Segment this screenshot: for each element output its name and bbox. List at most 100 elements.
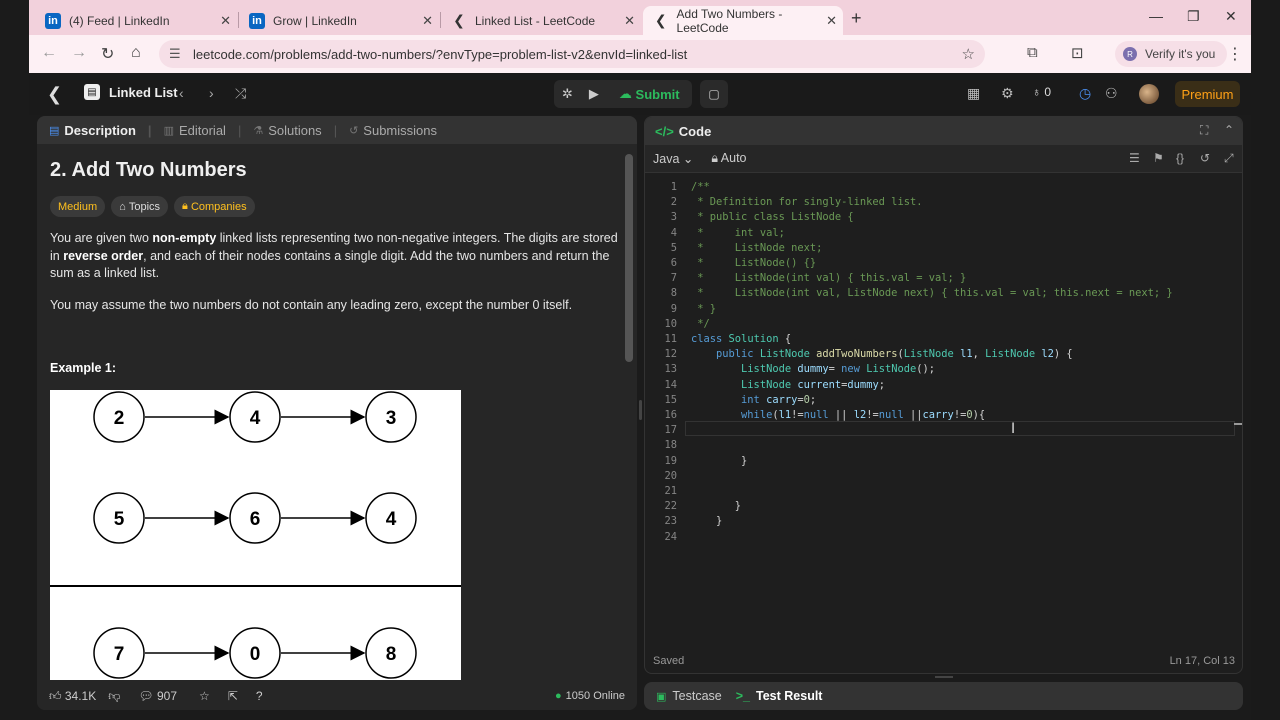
tab-title: (4) Feed | LinkedIn [69,13,170,28]
close-tab-icon[interactable]: ✕ [826,13,837,29]
tab-solutions[interactable]: ⚗ Solutions | [253,123,337,138]
bookmark-star-icon[interactable]: ☆ [962,45,975,63]
debug-icon[interactable]: ✲ [554,80,581,108]
run-button[interactable]: ▶ [581,80,607,108]
close-tab-icon[interactable]: ✕ [220,13,231,29]
format-icon[interactable]: ☰ [1129,151,1140,165]
problem-list-button[interactable]: ▤ Linked List [84,84,178,100]
node-value: 2 [114,408,125,429]
layout-icon[interactable]: ▦ [967,85,980,102]
line-number: 2 [670,196,677,209]
restore-icon[interactable]: ❐ [1187,8,1200,25]
topics-chip[interactable]: ⌂ Topics [111,196,169,217]
description-tabs: ▤ Description | ▥ Editorial | ⚗ Solutions | ↺ S… [37,116,637,144]
code-tab[interactable]: </> Code [655,124,711,139]
line-number: 1 [670,181,677,193]
forward-icon[interactable]: → [71,44,87,62]
collapse-icon[interactable]: ⌃ [1224,123,1234,137]
panel-resize-handle[interactable] [639,400,642,420]
submit-button[interactable]: ☁ Submit [607,80,692,108]
browser-tab-linkedin-feed[interactable]: in (4) Feed | LinkedIn ✕ [35,6,237,35]
line-number: 10 [664,317,677,330]
tab-search-icon[interactable]: ⊡ [1071,44,1084,62]
dislike-button[interactable]: 👎︎ [108,689,120,704]
tab-testcase[interactable]: ▣ Testcase [656,689,722,703]
cursor-position: Ln 17, Col 13 [1169,655,1235,667]
auto-mode-toggle[interactable]: 🔒︎ Auto [711,151,746,166]
reset-icon[interactable]: ↺ [1200,151,1210,165]
tab-label: Solutions [268,122,322,138]
online-label: 1050 Online [565,690,625,702]
settings-gear-icon[interactable]: ⚙ [1001,85,1014,102]
reload-icon[interactable]: ↻ [101,44,114,64]
verify-label: Verify it's you [1145,47,1216,61]
browser-tab-linked-list[interactable]: ❮ Linked List - LeetCode ✕ [441,6,641,35]
minimize-icon[interactable]: — [1149,8,1163,24]
tab-submissions[interactable]: ↺ Submissions [349,123,437,138]
notes-button[interactable]: ▢ [700,80,728,108]
shuffle-icon[interactable]: ⤮ [235,85,246,102]
code-line: } [691,454,748,467]
code-line: * ListNode() {} [691,257,817,269]
site-settings-icon[interactable]: ☰ [169,46,181,62]
browser-tab-linkedin-grow[interactable]: in Grow | LinkedIn ✕ [239,6,439,35]
node-value: 4 [250,408,261,429]
tab-test-result[interactable]: >_ Test Result [736,689,823,703]
line-number: 17 [664,424,677,437]
browser-tab-add-two-numbers[interactable]: ❮ Add Two Numbers - LeetCode ✕ [643,6,843,35]
node-value: 6 [250,509,261,530]
code-line: } [691,500,742,513]
companies-chip[interactable]: 🔒︎ Companies [174,196,255,217]
next-problem-icon[interactable]: › [209,85,214,101]
tab-editorial[interactable]: ▥ Editorial | [164,123,242,138]
code-panel-header: </> Code ⛶ ⌃ [645,117,1242,145]
code-icon: </> [655,123,674,139]
home-icon[interactable]: ⌂ [131,44,141,62]
user-avatar[interactable] [1139,84,1159,104]
screen: in (4) Feed | LinkedIn ✕ in Grow | Linke… [0,0,1280,720]
timer-icon[interactable]: ◷ [1079,85,1091,102]
line-number: 3 [670,211,677,224]
code-editor[interactable]: I 1 /** 2 * Definition for singly-linked l… [645,175,1242,645]
bookmark-icon[interactable]: ⚑ [1153,151,1164,165]
comments-button[interactable]: 💬︎ 907 [138,689,177,703]
example-figure: 2 4 3 5 6 4 7 0 8 [50,390,461,680]
fullscreen-icon[interactable]: ⛶ [1200,123,1208,138]
leetcode-logo-icon[interactable]: ❮ [47,84,62,105]
braces-icon[interactable]: {} [1176,151,1184,165]
tab-label: Editorial [178,122,226,138]
help-icon[interactable]: ? [256,689,263,703]
extensions-icon[interactable]: ⧉ [1027,44,1038,61]
add-user-icon[interactable]: ⚇ [1105,85,1118,102]
code-line: * ListNode(int val) { this.val = val; } [691,272,967,285]
streak-counter[interactable]: ♁ 0 [1032,85,1051,99]
node-value: 8 [386,644,397,665]
back-icon[interactable]: ← [41,44,57,62]
share-icon[interactable]: ⇱ [228,689,238,703]
new-tab-button[interactable]: + [851,8,862,29]
tab-description[interactable]: ▤ Description | [49,123,152,138]
premium-button[interactable]: Premium [1175,81,1240,107]
test-result-label: Test Result [756,689,823,703]
url-bar[interactable]: ☰ leetcode.com/problems/add-two-numbers/… [159,40,985,68]
line-number: 23 [664,515,677,528]
tag-icon: ⌂ [119,200,129,213]
linkedin-icon: in [249,12,265,29]
close-tab-icon[interactable]: ✕ [624,13,635,29]
browser-menu-icon[interactable]: ⋮ [1227,44,1243,64]
description-footer: 👍︎ 34.1K 👎︎ 💬︎ 907 ☆ ⇱ ? ● 1050 Online [37,682,637,710]
close-tab-icon[interactable]: ✕ [422,13,433,29]
vertical-resize-handle[interactable] [935,676,953,678]
close-window-icon[interactable]: ✕ [1225,8,1237,25]
like-button[interactable]: 👍︎ 34.1K [49,689,96,704]
topics-label: Topics [128,200,161,213]
expand-icon[interactable]: ⤢ [1224,151,1234,166]
description-scrollbar[interactable] [625,154,633,362]
line-number: 12 [664,348,677,361]
language-select[interactable]: Java ⌄ [653,151,693,166]
node-value: 0 [250,644,261,665]
profile-verify-button[interactable]: R Verify it's you [1115,41,1227,67]
prev-problem-icon[interactable]: ‹ [179,85,184,101]
favorite-star-icon[interactable]: ☆ [199,689,210,703]
streak-count: 0 [1044,85,1052,99]
